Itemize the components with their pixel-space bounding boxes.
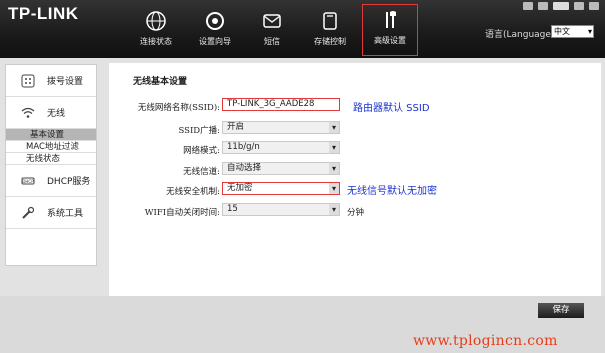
- ssid-annotation: 路由器默认 SSID: [353, 103, 430, 114]
- nav-label: 设置向导: [199, 37, 231, 46]
- network-mode-select[interactable]: 11b/g/n: [222, 141, 340, 154]
- svg-text:DHCP: DHCP: [22, 179, 34, 184]
- nav-connection-status[interactable]: 连接状态: [128, 6, 184, 56]
- nav-label: 存储控制: [314, 37, 346, 46]
- globe-icon: [146, 11, 166, 31]
- sidebar-item-dial-settings[interactable]: 拨号设置: [6, 65, 96, 97]
- wifi-off-unit: 分钟: [347, 208, 365, 218]
- nav-advanced-settings[interactable]: 高级设置: [362, 4, 418, 56]
- wifi-icon: [21, 107, 35, 118]
- channel-select[interactable]: 自动选择: [222, 162, 340, 175]
- sidebar-subitem-mac-filter[interactable]: MAC地址过滤: [6, 141, 96, 153]
- ssid-broadcast-label: SSID广播:: [178, 126, 220, 136]
- channel-label: 无线信道:: [183, 167, 220, 177]
- security-annotation: 无线信号默认无加密: [347, 186, 437, 197]
- top-header: TP-LINK 连接状态 设置向导 短信 存储控制 高级设置 语言(Langua…: [0, 0, 605, 58]
- wifi-off-label: WIFI自动关闭时间:: [144, 208, 220, 218]
- message-icon: [263, 14, 281, 28]
- sidebar-item-label: 拨号设置: [47, 77, 84, 87]
- main-panel: 无线基本设置 无线网络名称(SSID): TP-LINK_3G_AADE28 路…: [109, 63, 601, 297]
- sidebar-subitem-wireless-status[interactable]: 无线状态: [6, 153, 96, 165]
- wifi-status-icon: [574, 2, 584, 10]
- nav-label: 连接状态: [140, 37, 172, 46]
- section-title: 无线基本设置: [133, 77, 188, 87]
- save-button[interactable]: 保存: [538, 303, 584, 318]
- language-select[interactable]: 中文: [551, 25, 594, 38]
- nav-sms[interactable]: 短信: [244, 6, 300, 56]
- storage-icon: [323, 12, 337, 30]
- tools-icon: [386, 11, 396, 28]
- sidebar-item-label: 无线: [47, 109, 66, 119]
- nav-label: 高级设置: [374, 36, 406, 45]
- ssid-input[interactable]: TP-LINK_3G_AADE28: [222, 98, 340, 111]
- sidebar-item-wireless[interactable]: 无线: [6, 97, 96, 129]
- nav-label: 短信: [264, 37, 280, 46]
- ssid-label: 无线网络名称(SSID):: [137, 103, 220, 113]
- network-mode-label: 网络模式:: [183, 146, 220, 156]
- signal-status-icon: [538, 2, 548, 10]
- security-select[interactable]: 无加密: [222, 182, 340, 195]
- sidebar-subitem-basic-settings[interactable]: 基本设置: [6, 129, 96, 141]
- tplink-logo: TP-LINK: [8, 4, 79, 23]
- status-icons: [523, 2, 599, 10]
- battery-icon: [553, 2, 569, 10]
- language-label: 语言(Language):: [485, 30, 558, 40]
- network-status-icon: [589, 2, 599, 10]
- wifi-off-select[interactable]: 15: [222, 203, 340, 216]
- wrench-icon: [22, 206, 35, 219]
- dial-icon: [21, 74, 35, 87]
- sidebar-item-dhcp[interactable]: DHCP DHCP服务: [6, 165, 96, 197]
- nav-storage-control[interactable]: 存储控制: [302, 6, 358, 56]
- dhcp-icon: DHCP: [21, 177, 35, 184]
- nav-setup-wizard[interactable]: 设置向导: [187, 6, 243, 56]
- sidebar-item-system-tools[interactable]: 系统工具: [6, 197, 96, 229]
- security-label: 无线安全机制:: [166, 187, 220, 197]
- watermark: www.tplogincn.com: [413, 333, 558, 349]
- wizard-icon: [206, 12, 224, 30]
- sidebar-item-label: 系统工具: [47, 209, 84, 219]
- sidebar-item-label: DHCP服务: [47, 177, 91, 187]
- message-status-icon: [523, 2, 533, 10]
- sidebar: 拨号设置 无线 基本设置 MAC地址过滤 无线状态 DHCP DHCP服务 系统…: [5, 64, 97, 266]
- ssid-broadcast-select[interactable]: 开启: [222, 121, 340, 134]
